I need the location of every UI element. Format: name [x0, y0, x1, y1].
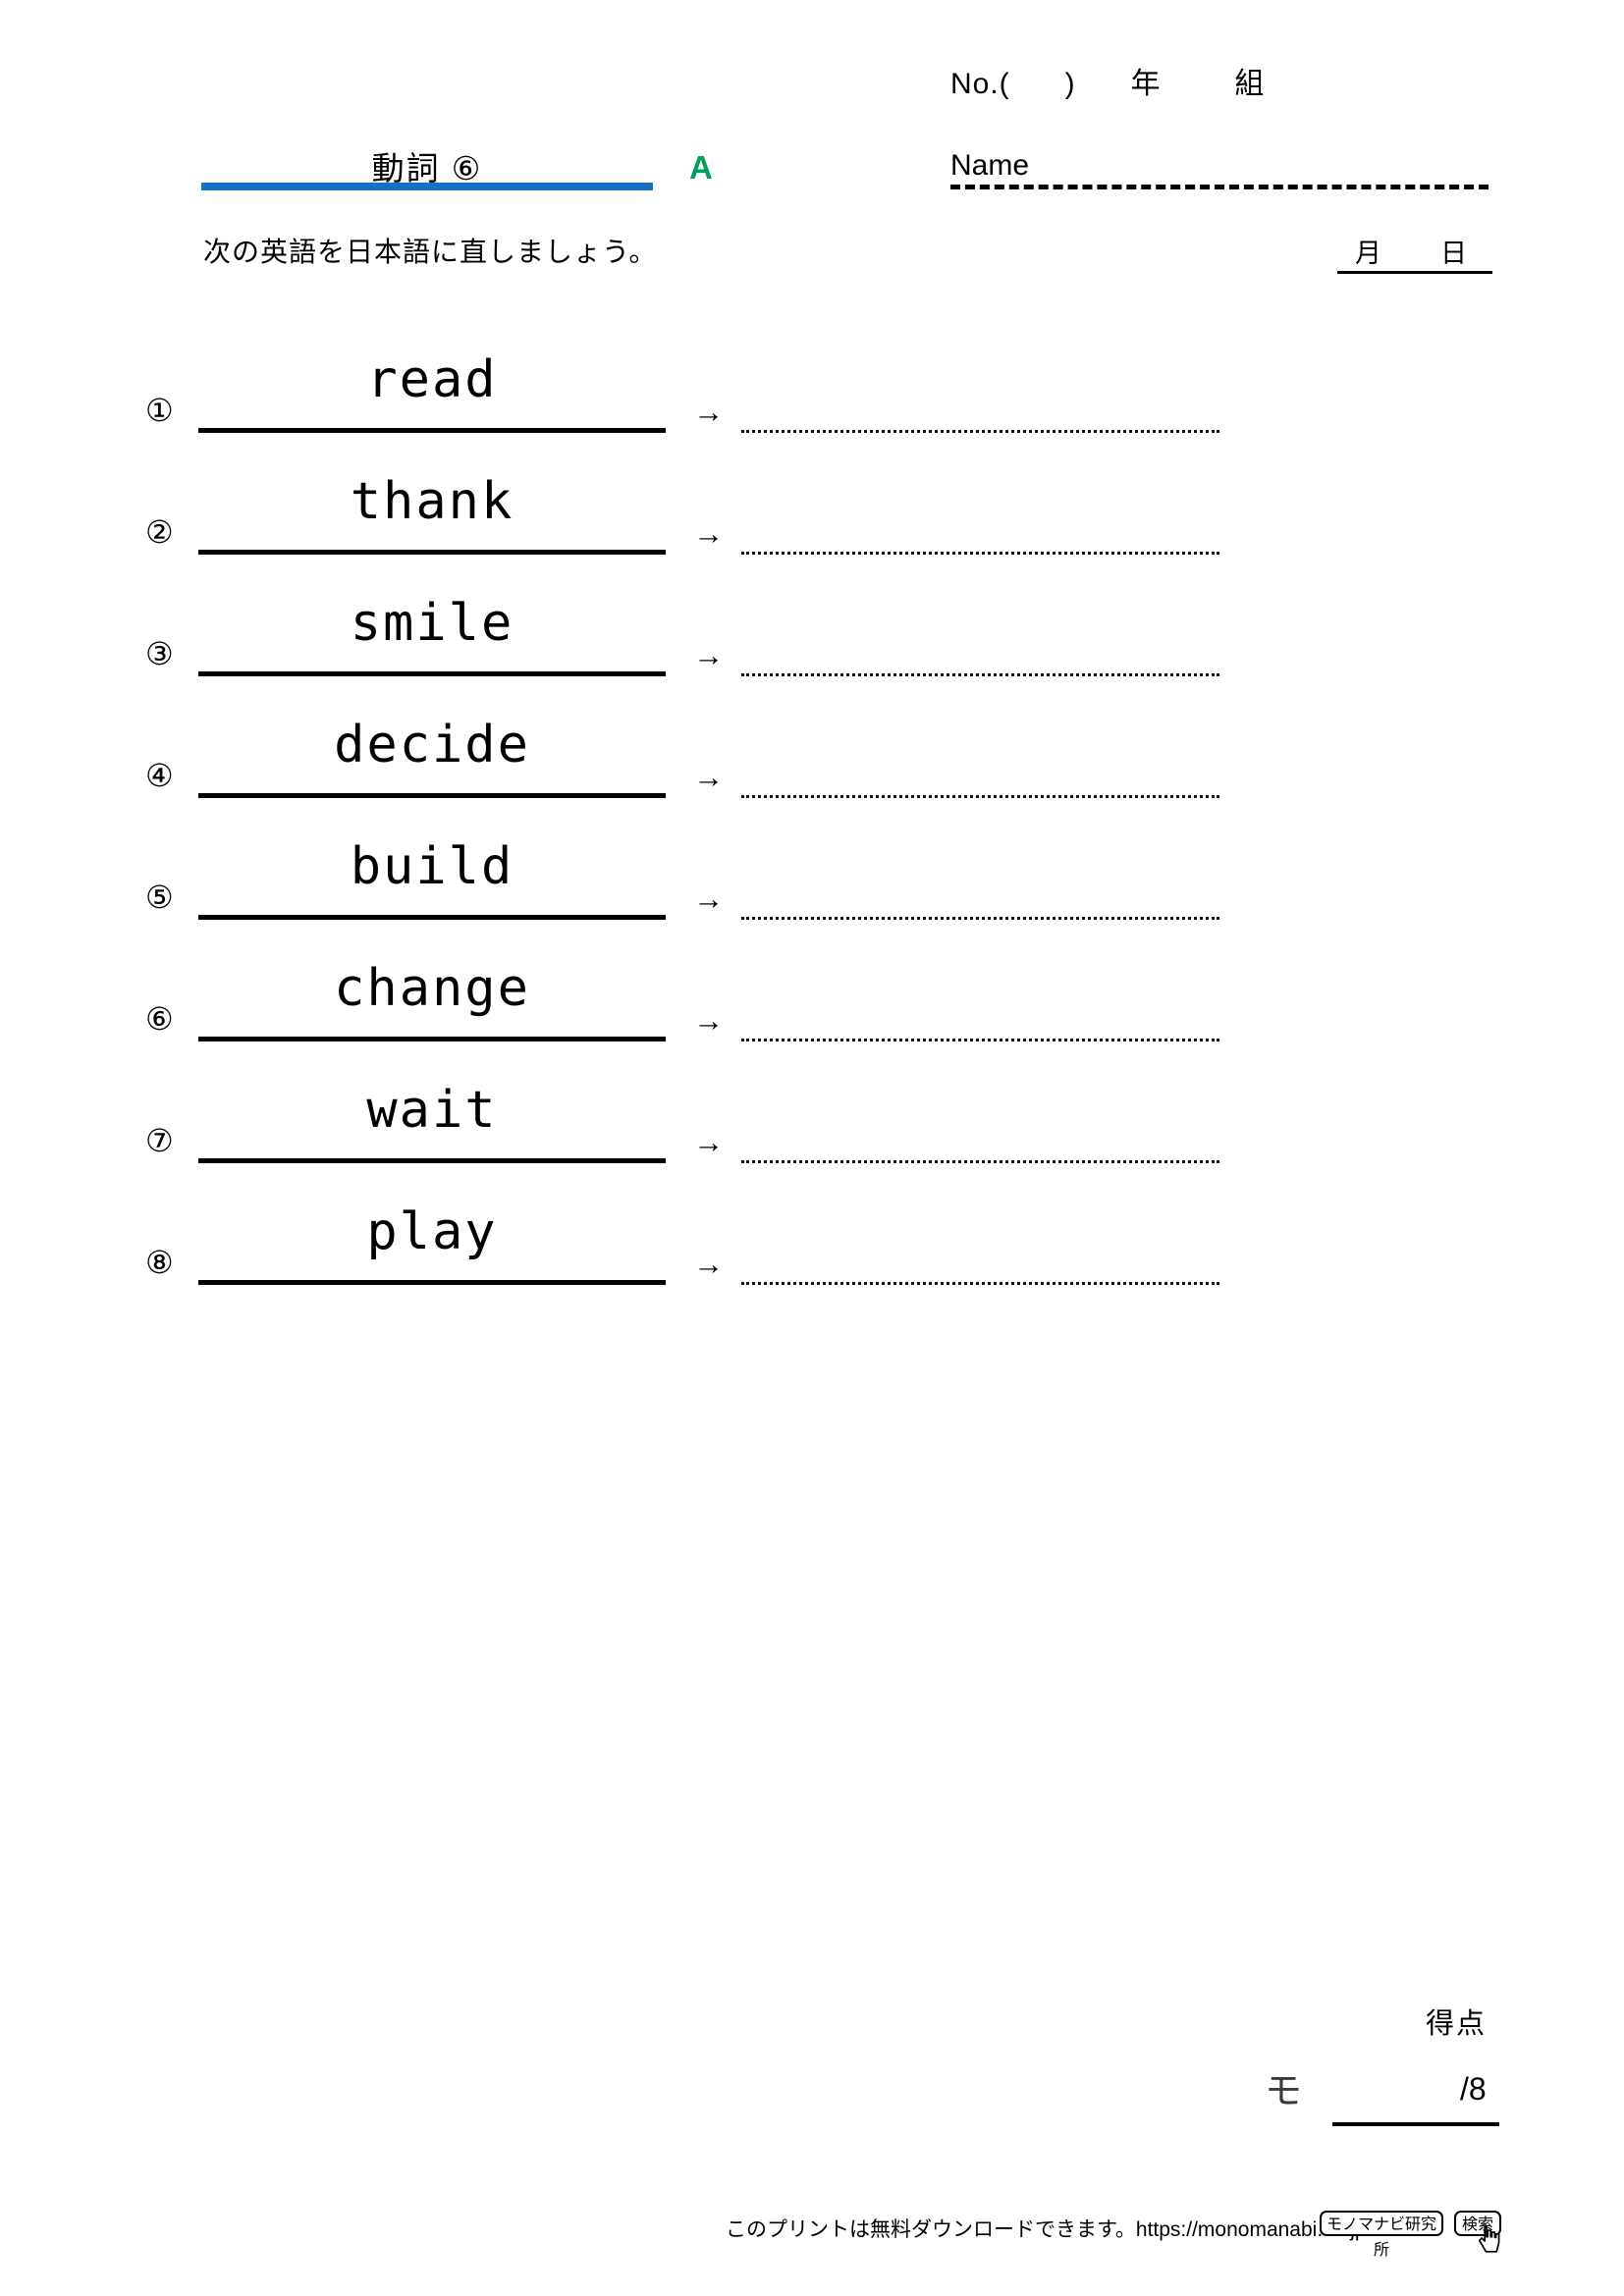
- question-number: ②: [145, 514, 174, 550]
- question-word-underline: [198, 793, 666, 798]
- question-word-underline: [198, 915, 666, 920]
- question-word: build: [350, 837, 514, 896]
- question-row: ④ decide →: [0, 713, 1624, 834]
- score-input-line[interactable]: [1332, 2122, 1499, 2126]
- question-number: ⑧: [145, 1245, 174, 1280]
- version-marker: A: [689, 149, 713, 186]
- question-word-cell: read: [198, 347, 666, 440]
- student-number-field[interactable]: No.( ) 年 組: [950, 59, 1265, 102]
- question-word: wait: [366, 1081, 498, 1140]
- arrow-icon: →: [693, 395, 724, 429]
- score-max: /8: [1460, 2071, 1487, 2107]
- hand-pointer-icon: [1478, 2224, 1500, 2253]
- arrow-icon: →: [693, 1125, 724, 1159]
- instruction-text: 次の英語を日本語に直しましょう。: [203, 237, 658, 267]
- question-number: ①: [145, 393, 174, 428]
- title-underline-bar: [201, 183, 653, 190]
- score-label: 得点: [1426, 2008, 1488, 2040]
- arrow-icon: →: [693, 881, 724, 916]
- question-word-cell: change: [198, 956, 666, 1048]
- question-word: read: [366, 350, 498, 409]
- question-word: thank: [350, 472, 514, 531]
- answer-input-line[interactable]: [741, 917, 1219, 920]
- question-row: ⑥ change →: [0, 956, 1624, 1078]
- date-input-line[interactable]: [1337, 271, 1492, 274]
- arrow-icon: →: [693, 516, 724, 551]
- question-number: ③: [145, 636, 174, 671]
- question-word-underline: [198, 1037, 666, 1041]
- question-word-cell: wait: [198, 1078, 666, 1170]
- question-word: smile: [350, 594, 514, 653]
- answer-input-line[interactable]: [741, 1039, 1219, 1041]
- tally-kanji-icon: モ: [1265, 2071, 1303, 2112]
- worksheet-page: No.( ) 年 組 Name 月 日 動詞 ⑥ A 次の英語を日本語に直しまし…: [0, 0, 1624, 2296]
- name-label: Name: [950, 149, 1030, 182]
- answer-input-line[interactable]: [741, 795, 1219, 798]
- question-number: ④: [145, 758, 174, 793]
- question-word-cell: play: [198, 1200, 666, 1292]
- answer-input-line[interactable]: [741, 430, 1219, 433]
- answer-input-line[interactable]: [741, 673, 1219, 676]
- arrow-icon: →: [693, 1247, 724, 1281]
- question-list: ① read → ② thank → ③ smile → ④ decide → …: [0, 347, 1624, 1321]
- footer-note: このプリントは無料ダウンロードできます。https://monomanabi.c…: [726, 2218, 1367, 2241]
- question-word-underline: [198, 671, 666, 676]
- question-row: ⑤ build →: [0, 834, 1624, 956]
- question-word-underline: [198, 1158, 666, 1163]
- question-word-cell: decide: [198, 713, 666, 805]
- answer-input-line[interactable]: [741, 1282, 1219, 1285]
- arrow-icon: →: [693, 760, 724, 794]
- answer-input-line[interactable]: [741, 1160, 1219, 1163]
- question-word-cell: build: [198, 834, 666, 927]
- question-word-underline: [198, 550, 666, 555]
- name-input-line[interactable]: [950, 185, 1489, 189]
- question-row: ③ smile →: [0, 591, 1624, 713]
- question-word-cell: smile: [198, 591, 666, 683]
- question-word: change: [334, 959, 530, 1018]
- arrow-icon: →: [693, 638, 724, 672]
- question-row: ⑦ wait →: [0, 1078, 1624, 1200]
- question-row: ⑧ play →: [0, 1200, 1624, 1321]
- question-number: ⑦: [145, 1123, 174, 1158]
- question-word-cell: thank: [198, 469, 666, 561]
- question-word-underline: [198, 428, 666, 433]
- answer-input-line[interactable]: [741, 552, 1219, 555]
- question-word: decide: [334, 716, 530, 774]
- question-number: ⑤: [145, 880, 174, 915]
- question-word-underline: [198, 1280, 666, 1285]
- question-row: ① read →: [0, 347, 1624, 469]
- question-row: ② thank →: [0, 469, 1624, 591]
- question-number: ⑥: [145, 1001, 174, 1037]
- arrow-icon: →: [693, 1003, 724, 1038]
- date-label: 月 日: [1355, 239, 1468, 268]
- search-input[interactable]: モノマナビ研究所: [1320, 2211, 1443, 2259]
- question-word: play: [366, 1202, 498, 1261]
